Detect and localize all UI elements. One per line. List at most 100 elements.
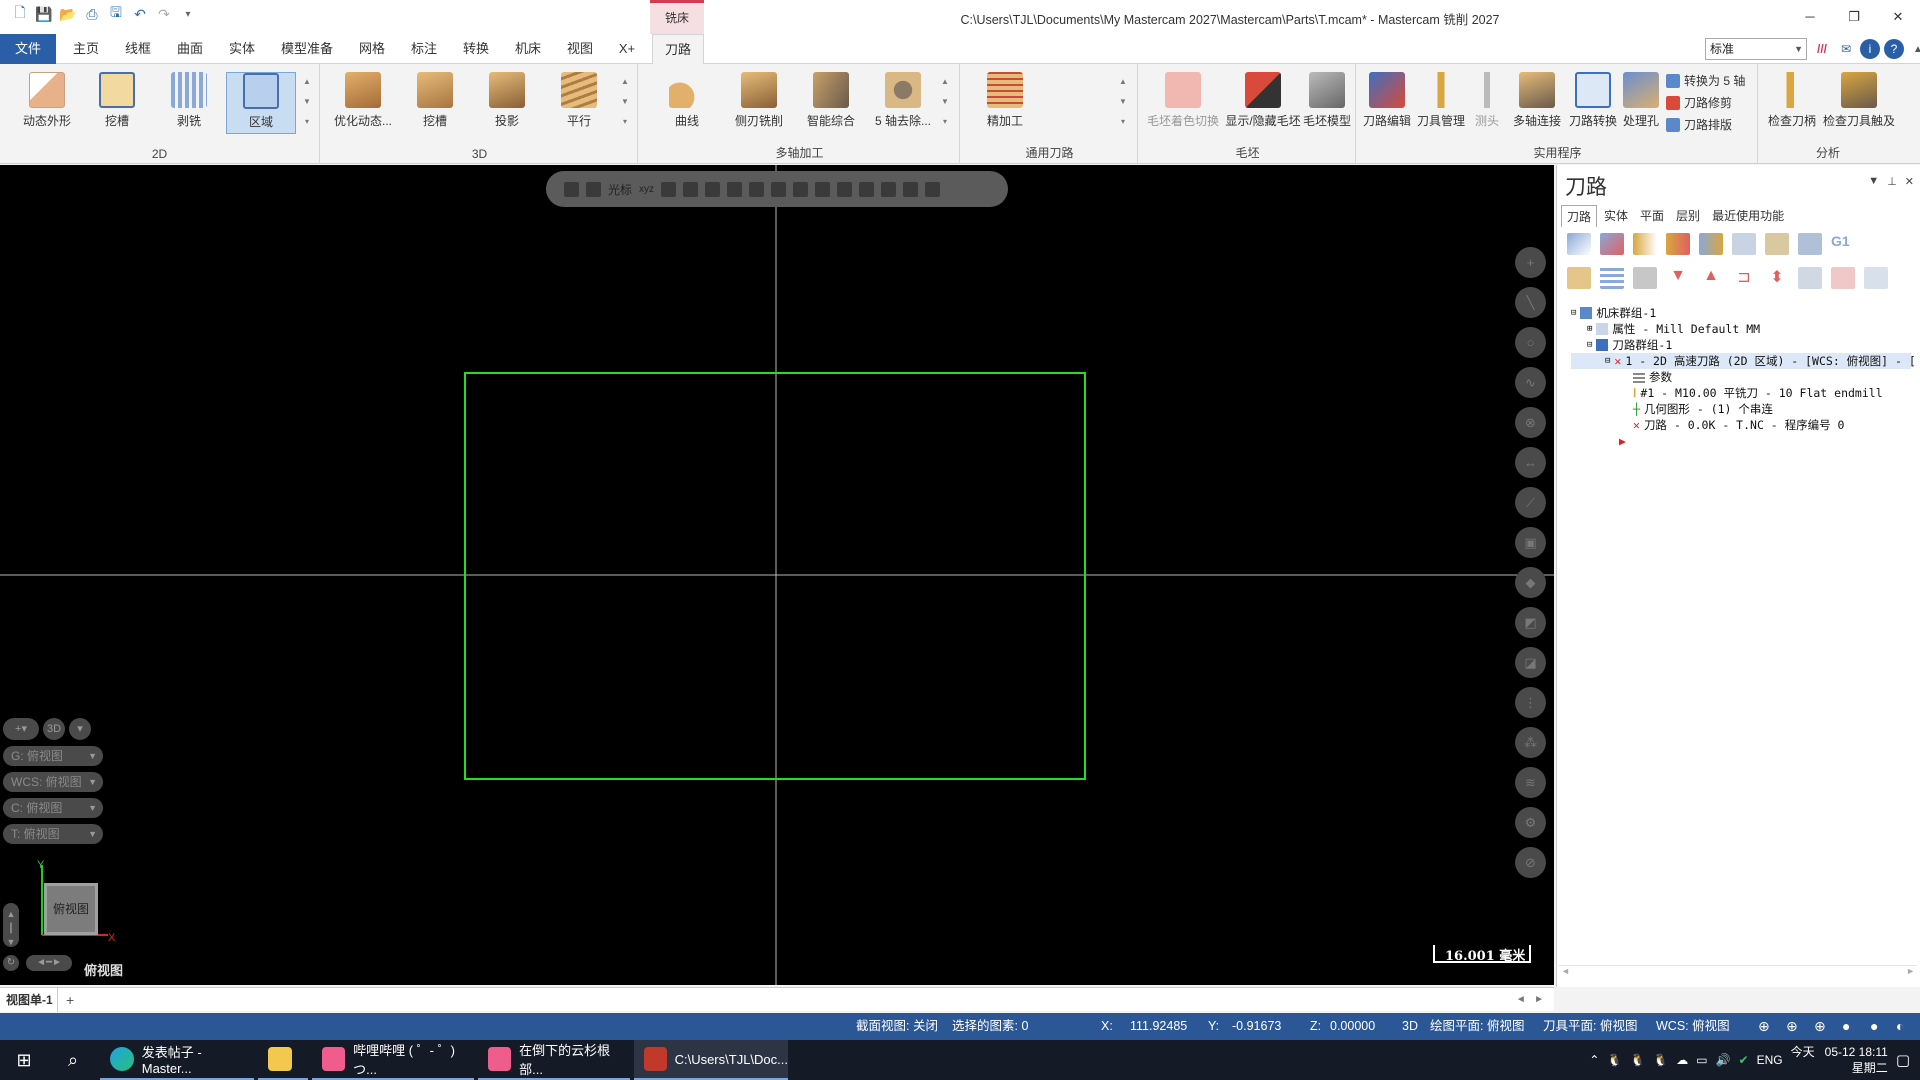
window-select-icon[interactable] xyxy=(727,181,743,197)
points-icon[interactable]: ⋮ xyxy=(1515,687,1546,718)
qq-icon[interactable]: 🐧 xyxy=(1607,1053,1622,1067)
simulate-icon[interactable] xyxy=(1699,233,1723,255)
tab-toolpaths[interactable]: 刀路 xyxy=(1561,205,1598,227)
tab-toolpaths[interactable]: 刀路 xyxy=(652,34,704,64)
view-sheet-tab[interactable]: 视图单-1 xyxy=(0,988,58,1012)
trim-toolpath-item[interactable]: 刀路修剪 xyxy=(1666,92,1745,114)
multiaxis-linking-button[interactable]: 多轴连接 xyxy=(1506,72,1568,129)
expand-icon[interactable]: ⊟ xyxy=(1571,305,1576,321)
sheet-scroll-icons[interactable]: ◄ ► xyxy=(1516,988,1544,1012)
gallery-scroll-general[interactable]: ▲ ▼ ▾ xyxy=(1118,72,1128,132)
info-icon[interactable]: i xyxy=(1860,39,1880,59)
panel-menu-icon[interactable]: ▼ xyxy=(1868,175,1879,188)
tab-recent[interactable]: 最近使用功能 xyxy=(1707,205,1789,227)
clock[interactable]: 今天 05-12 18:11 星期二 xyxy=(1791,1044,1888,1076)
filter-icon[interactable] xyxy=(837,181,853,197)
convert-5axis-item[interactable]: 转换为 5 轴 xyxy=(1666,70,1745,92)
attributes-icon[interactable]: ⁂ xyxy=(1515,727,1546,758)
transform-icon[interactable]: ⊗ xyxy=(1515,407,1546,438)
cursor-icon[interactable] xyxy=(586,181,601,197)
qq-third-icon[interactable]: 🐧 xyxy=(1653,1053,1668,1067)
probe-button[interactable]: 测头 xyxy=(1464,72,1510,129)
lock-icon[interactable] xyxy=(1567,267,1591,289)
clear-select-icon[interactable] xyxy=(903,181,919,197)
save-icon[interactable]: 💾 xyxy=(34,4,54,24)
toggle-display-icon[interactable] xyxy=(1600,267,1624,289)
solid-icon[interactable]: ▣ xyxy=(1515,527,1546,558)
tplane-view-select[interactable]: T: 俯视图 ▼ xyxy=(3,824,103,844)
color-icon[interactable]: ◪ xyxy=(1515,647,1546,678)
expand-icon[interactable]: ⊟ xyxy=(1605,353,1610,369)
tab-solids[interactable]: 实体 xyxy=(1599,205,1633,227)
toolpath-transform-button[interactable]: 刀路转换 xyxy=(1564,72,1622,129)
optimized-dynamic-button[interactable]: 优化动态... xyxy=(328,72,398,129)
tree-toolpath[interactable]: ✕ 刀路 - 0.0K - T.NC - 程序编号 0 xyxy=(1571,417,1911,433)
pocket-button[interactable]: 挖槽 xyxy=(82,72,152,129)
pocket-3d-button[interactable]: 挖槽 xyxy=(400,72,470,129)
curve-button[interactable]: 曲线 xyxy=(652,72,722,129)
tab-wireframe[interactable]: 线框 xyxy=(118,34,158,64)
tab-drafting[interactable]: 标注 xyxy=(404,34,444,64)
vertical-slider-icon[interactable]: ▲ ┃ ▼ xyxy=(3,903,19,947)
volume-icon[interactable]: 🔊 xyxy=(1716,1053,1731,1067)
close-icon[interactable]: ✕ xyxy=(1905,175,1914,188)
chevron-down-icon[interactable]: ▾ xyxy=(69,718,91,740)
save-as-icon[interactable]: 🖫 xyxy=(106,4,126,24)
taskbar-app-edge[interactable]: 发表帖子 - Master... xyxy=(100,1040,254,1080)
face-select-icon[interactable] xyxy=(771,181,787,197)
color-select-icon[interactable] xyxy=(925,181,941,197)
section-view-status[interactable]: 截面视图: 关闭 xyxy=(856,1013,938,1040)
graphics-viewport[interactable]: Y X 光标 xyz + ╲ ○ ∿ ⊗ ↔ ⟋ ▣ ◆ ◩ ◪ ⋮ ⁂ ≋ ⚙… xyxy=(0,165,1554,985)
wireframe-shade-icon[interactable]: ● xyxy=(1870,1013,1878,1040)
tab-solids[interactable]: 实体 xyxy=(222,34,262,64)
gallery-scroll-2d[interactable]: ▲ ▼ ▾ xyxy=(302,72,312,132)
new-file-icon[interactable]: 🗋 xyxy=(10,4,30,24)
add-icon[interactable]: + xyxy=(1515,247,1546,278)
select-icon[interactable] xyxy=(683,181,699,197)
stock-model-button[interactable]: 毛坯模型 xyxy=(1298,72,1356,129)
post-icon[interactable] xyxy=(1765,233,1789,255)
tab-machine[interactable]: 机床 xyxy=(508,34,548,64)
area-select-icon[interactable] xyxy=(881,181,897,197)
nesting-item[interactable]: 刀路排版 xyxy=(1666,114,1745,136)
open-icon[interactable]: 📂 xyxy=(58,4,78,24)
toggle-ops-icon[interactable] xyxy=(1831,267,1855,289)
no-icon[interactable]: ⊘ xyxy=(1515,847,1546,878)
project-button[interactable]: 投影 xyxy=(472,72,542,129)
tab-mesh[interactable]: 网格 xyxy=(352,34,392,64)
expand-icon[interactable]: ⊟ xyxy=(1587,337,1592,353)
scroll-left-icon[interactable]: ◄ xyxy=(1561,966,1570,976)
print-icon[interactable]: ⎙ xyxy=(82,4,102,24)
help-icon[interactable]: ? xyxy=(1884,39,1904,59)
stock-display-button[interactable]: 显示/隐藏毛坯 xyxy=(1222,72,1304,129)
layers-icon[interactable]: ≋ xyxy=(1515,767,1546,798)
view-cube[interactable]: 俯视图 xyxy=(44,883,98,935)
tree-parameters[interactable]: 参数 xyxy=(1571,369,1911,385)
tab-xplus[interactable]: X+ xyxy=(610,34,644,64)
measure-icon[interactable]: ⟋ xyxy=(1515,487,1546,518)
insert-arrow-icon[interactable]: ⊐ xyxy=(1732,267,1756,289)
mode-3d-toggle[interactable]: 3D xyxy=(43,718,65,740)
graphics-view-select[interactable]: G: 俯视图 ▼ xyxy=(3,746,103,766)
cloud-icon[interactable]: ☁ xyxy=(1676,1053,1688,1067)
close-button[interactable]: ✕ xyxy=(1876,0,1920,34)
chain-icon[interactable] xyxy=(705,181,721,197)
network-icon[interactable]: ▭ xyxy=(1696,1053,1707,1067)
options-icon[interactable] xyxy=(1864,267,1888,289)
spline-icon[interactable]: ∿ xyxy=(1515,367,1546,398)
rotate-icon[interactable]: ↻ xyxy=(3,955,19,971)
tray-expand-icon[interactable]: ⌃ xyxy=(1589,1053,1599,1067)
autocursor-label[interactable]: 光标 xyxy=(608,181,632,198)
wcs-status[interactable]: WCS: 俯视图 xyxy=(1656,1013,1730,1040)
stock-shading-button[interactable]: 毛坯着色切换 xyxy=(1142,72,1224,129)
tab-levels[interactable]: 层别 xyxy=(1671,205,1705,227)
hst-icon[interactable] xyxy=(1798,233,1822,255)
redo-icon[interactable]: ↷ xyxy=(154,4,174,24)
parallel-button[interactable]: 平行 xyxy=(544,72,614,129)
process-holes-button[interactable]: 处理孔 xyxy=(1616,72,1666,129)
scroll-right-icon[interactable]: ► xyxy=(1906,966,1915,976)
taskbar-app-explorer[interactable] xyxy=(258,1040,308,1080)
move-up-icon[interactable]: ▲ xyxy=(1699,267,1723,289)
area-button[interactable]: 区域 xyxy=(226,72,296,134)
z-coord-value[interactable]: 0.00000 xyxy=(1330,1013,1375,1040)
